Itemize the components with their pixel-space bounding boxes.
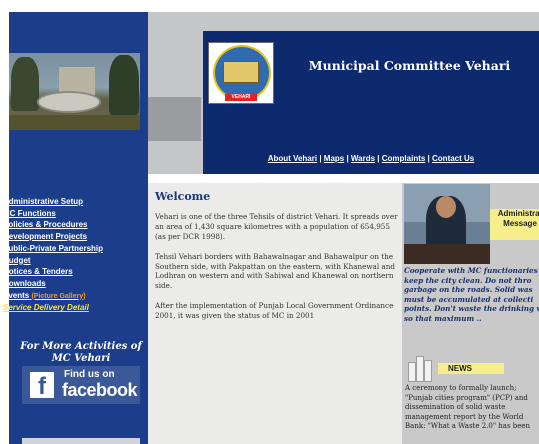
sidebar-menu: Administrative Setup MC Functions Polici… <box>3 196 143 314</box>
administrator-photo <box>404 184 490 264</box>
sidebar-item-budget[interactable]: Budget <box>3 255 143 267</box>
newspaper-icon <box>406 356 436 382</box>
events-label: Events <box>3 290 30 300</box>
nav-complaints[interactable]: Complaints <box>382 154 426 163</box>
news-line: "Punjab cities program" (PCP) and <box>405 393 528 402</box>
sidebar-item-notices-tenders[interactable]: Notices & Tenders <box>3 266 143 278</box>
logo-building-icon <box>223 61 259 83</box>
quote-line: so that maximum .. <box>404 313 482 323</box>
desk-shape <box>404 244 490 264</box>
administrator-message-link[interactable]: Administrat Message <box>490 209 539 240</box>
paragraph: Tehsil Vehari borders with Bahawalnagar … <box>155 251 395 291</box>
nav-maps[interactable]: Maps <box>324 154 344 163</box>
site-title: Municipal Committee Vehari <box>308 58 511 73</box>
sidebar-item-downloads[interactable]: Downloads <box>3 278 143 290</box>
quote-line: points. Don't waste the drinking wat <box>404 304 539 314</box>
paragraph: Vehari is one of the three Tehsils of di… <box>155 212 398 241</box>
top-navigation: About Vehari | Maps | Wards | Complaints… <box>267 154 475 163</box>
face-shape <box>436 196 456 218</box>
sidebar-item-mc-functions[interactable]: MC Functions <box>3 208 143 220</box>
logo-caption: VEHARI <box>225 94 257 101</box>
admin-label-line: Administrat <box>497 209 539 218</box>
news-line: Bank: "What a Waste 2.0" has been <box>405 422 531 431</box>
facebook-f-icon: f <box>30 372 54 398</box>
news-line: dissemination of solid waste <box>405 403 506 412</box>
news-line: management report by the World <box>405 412 524 421</box>
picture-gallery-label: (Picture Gallery) <box>31 292 86 300</box>
cleanliness-message: Cooperate with MC functionaries keep the… <box>404 266 539 324</box>
sidebar-item-development-projects[interactable]: Development Projects <box>3 231 143 243</box>
news-line: A ceremony to formally launch; <box>405 384 517 392</box>
sidebar-item-events[interactable]: Events (Picture Gallery) <box>3 290 143 303</box>
nav-about-vehari[interactable]: About Vehari <box>268 154 317 163</box>
tree-shape <box>11 57 39 111</box>
news-item[interactable]: A ceremony to formally launch; "Punjab c… <box>405 384 538 432</box>
welcome-text: Vehari is one of the three Tehsils of di… <box>155 212 399 331</box>
header-accent-block <box>148 97 201 141</box>
sidebar-item-administrative-setup[interactable]: Administrative Setup <box>3 196 143 208</box>
ground-shape <box>9 115 140 130</box>
sidebar-item-public-private-partnership[interactable]: Public-Private Partnership <box>3 243 143 255</box>
facebook-brand-text: facebook <box>62 380 138 400</box>
quote-line: keep the city clean. Do not thro <box>404 275 532 285</box>
sidebar-item-policies-procedures[interactable]: Policies & Procedures <box>3 219 143 231</box>
more-activities-text: For More Activities of MC Vehari <box>20 341 142 364</box>
quote-line: must be accumulated at collecti <box>404 294 534 304</box>
tree-shape <box>109 55 139 115</box>
news-heading: NEWS <box>438 363 504 374</box>
quote-line: garbage on the roads. Solid was <box>404 285 533 295</box>
municipal-logo: VEHARI <box>208 42 274 104</box>
fountain-shape <box>37 91 101 113</box>
nav-wards[interactable]: Wards <box>351 154 375 163</box>
quote-line: Cooperate with MC functionaries <box>404 266 538 275</box>
page-title: Welcome <box>155 190 211 203</box>
sidebar-bottom-box <box>22 438 140 444</box>
nav-contact-us[interactable]: Contact Us <box>432 154 474 163</box>
city-fountain-photo <box>9 53 140 130</box>
paragraph: After the implementation of Punjab Local… <box>155 301 394 321</box>
admin-label-line: Message <box>503 219 537 228</box>
sidebar-item-service-delivery[interactable]: Service Delivery Detail <box>3 302 143 314</box>
facebook-button[interactable]: f Find us on facebook <box>22 366 140 404</box>
